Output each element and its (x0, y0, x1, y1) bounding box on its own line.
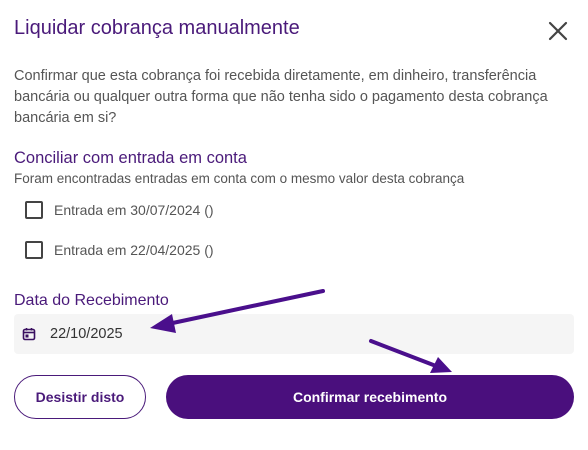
entry-label: Entrada em 30/07/2024 () (54, 202, 214, 218)
dialog-title: Liquidar cobrança manualmente (14, 17, 300, 39)
reconcile-section-title: Conciliar com entrada em conta (14, 149, 247, 167)
entry-label: Entrada em 22/04/2025 () (54, 242, 214, 258)
confirm-receipt-button[interactable]: Confirmar recebimento (166, 375, 574, 419)
entry-option[interactable]: Entrada em 30/07/2024 () (25, 201, 214, 219)
entry-checkbox[interactable] (25, 201, 43, 219)
receipt-date-value: 22/10/2025 (50, 326, 123, 342)
dialog-description: Confirmar que esta cobrança foi recebida… (14, 68, 548, 126)
reconcile-section-subtitle: Foram encontradas entradas em conta com … (14, 171, 465, 186)
settle-charge-dialog: Liquidar cobrança manualmente Confirmar … (0, 0, 588, 450)
entry-checkbox[interactable] (25, 241, 43, 259)
close-button[interactable] (546, 19, 570, 43)
entry-option[interactable]: Entrada em 22/04/2025 () (25, 241, 214, 259)
cancel-button[interactable]: Desistir disto (14, 375, 146, 419)
calendar-icon (22, 328, 36, 341)
receipt-date-field[interactable]: 22/10/2025 (14, 314, 574, 354)
receipt-date-label: Data do Recebimento (14, 292, 169, 309)
close-icon (548, 21, 568, 41)
